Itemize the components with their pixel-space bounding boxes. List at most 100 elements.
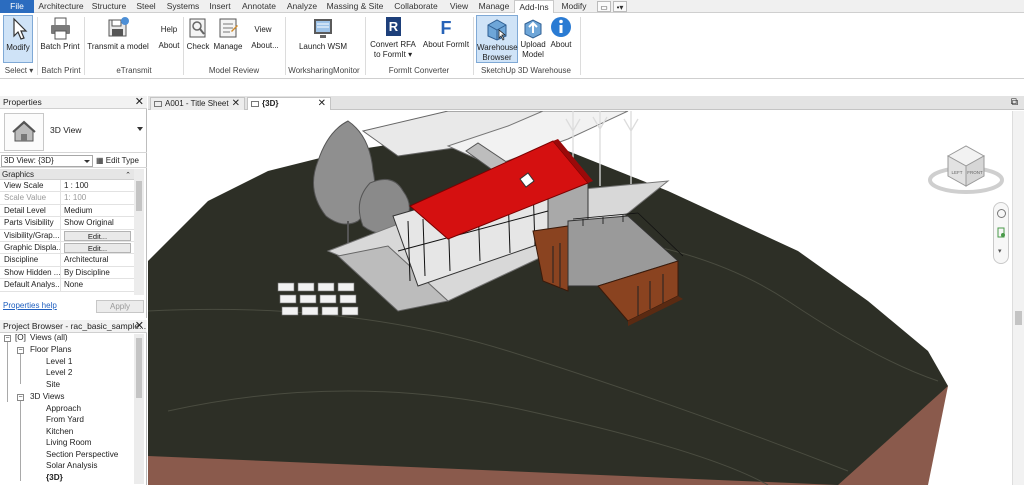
view-button[interactable]: View [248,25,278,41]
close-icon[interactable]: ✕ [232,98,240,109]
3d-view-house-icon [4,113,44,151]
browser-scrollbar[interactable] [134,334,144,484]
tab-steel[interactable]: Steel [130,0,162,13]
warehouse-label-1: Warehouse [477,43,518,52]
type-name: 3D View [50,125,82,135]
tree-item-level-2[interactable]: Level 2 [46,368,72,378]
tab-insert[interactable]: Insert [204,0,236,13]
property-row[interactable]: Parts Visibility Show Original [0,217,134,230]
close-icon[interactable]: ✕ [135,96,144,108]
graphic-display-edit-button[interactable]: Edit... [64,242,131,253]
type-selector[interactable]: 3D View [0,109,147,153]
revit-r-icon: R [382,15,404,39]
transmit-model-button[interactable]: Transmit a model [86,15,150,63]
instance-selector[interactable]: 3D View: {3D} [1,155,93,167]
tree-item-site[interactable]: Site [46,380,60,390]
edit-type-button[interactable]: ▦ Edit Type [96,155,139,167]
formit-panel-label: FormIt Converter [388,66,450,75]
tab-modify[interactable]: Modify [554,0,594,13]
chevron-down-icon[interactable]: ▾ [998,247,1002,255]
tree-line [7,342,8,402]
tree-item-solar-analysis[interactable]: Solar Analysis [46,461,97,471]
property-row[interactable]: View Scale 1 : 100 [0,180,134,193]
tree-floor-plans[interactable]: Floor Plans [30,345,71,355]
tree-item-living-room[interactable]: Living Room [46,438,92,448]
tree-item-kitchen[interactable]: Kitchen [46,427,73,437]
manage-label: Manage [213,42,243,51]
restore-view-icon[interactable]: ⧉ [1011,97,1018,108]
batch-print-button[interactable]: Batch Print [38,15,82,63]
3d-view-canvas[interactable] [148,111,1012,485]
manage-button[interactable]: Manage [212,15,244,63]
scrollbar-thumb[interactable] [1015,311,1022,325]
launch-wsm-button[interactable]: Launch WSM [298,15,348,63]
property-row[interactable]: Show Hidden ... By Discipline [0,266,134,280]
tab-file[interactable]: File [0,0,34,13]
view-tab-3d[interactable]: {3D} ✕ [247,97,331,110]
view-vertical-scrollbar[interactable] [1012,111,1024,485]
property-value[interactable]: 1 : 100 [61,180,134,191]
property-row[interactable]: Detail Level Medium [0,204,134,218]
tab-massing-site[interactable]: Massing & Site [322,0,388,13]
tree-item-3d-current[interactable]: {3D} [46,473,63,483]
cube-front-label: FRONT [967,170,983,175]
upload-model-button[interactable]: Upload Model [519,15,547,63]
about-button[interactable]: About [155,41,183,57]
properties-help-link[interactable]: Properties help [3,301,57,310]
tree-item-approach[interactable]: Approach [46,404,81,414]
select-panel-label[interactable]: Select ▾ [2,65,36,77]
about-review-button[interactable]: About... [248,41,282,57]
panel-toggle-icon[interactable]: ▭ [597,1,611,12]
apply-button[interactable]: Apply [96,300,144,313]
tab-add-ins[interactable]: Add-Ins [514,0,554,14]
project-browser-title: Project Browser - rac_basic_sample... [3,321,147,331]
property-value[interactable]: Show Original [61,217,134,228]
property-value[interactable]: Architectural [61,254,134,265]
about-sketchup-button[interactable]: About [547,15,575,63]
scrollbar-thumb[interactable] [136,181,142,211]
property-value[interactable]: By Discipline [61,267,134,278]
zoom-icon[interactable] [997,227,1006,239]
tree-item-section-perspective[interactable]: Section Perspective [46,450,118,460]
tree-item-level-1[interactable]: Level 1 [46,357,72,367]
property-row[interactable]: Default Analys... None [0,279,134,292]
tab-systems[interactable]: Systems [162,0,204,13]
steering-wheel-icon[interactable] [997,209,1006,218]
warehouse-browser-button[interactable]: Warehouse Browser [476,15,518,63]
property-value[interactable]: None [61,279,134,290]
tab-manage[interactable]: Manage [474,0,514,13]
view-cube[interactable]: LEFT FRONT [928,138,1004,196]
view-tab-title-sheet[interactable]: A001 - Title Sheet ✕ [150,97,245,110]
tab-architecture[interactable]: Architecture [34,0,88,13]
properties-grid: Graphics ⌃ View Scale 1 : 100 Scale Value… [0,169,134,292]
check-label: Check [186,42,210,51]
close-icon[interactable]: ✕ [135,320,144,332]
collapse-toggle-icon[interactable]: − [4,335,11,342]
property-row[interactable]: Discipline Architectural [0,254,134,267]
property-value[interactable]: Medium [61,205,134,216]
graphics-group-header[interactable]: Graphics ⌃ [0,169,134,180]
convert-rfa-label-2: to FormIt [373,50,406,59]
tab-structure[interactable]: Structure [88,0,130,13]
scrollbar-thumb[interactable] [136,338,142,398]
modify-button[interactable]: Modify [3,15,33,63]
tab-view[interactable]: View [444,0,474,13]
close-icon[interactable]: ✕ [318,98,326,109]
tab-analyze[interactable]: Analyze [282,0,322,13]
convert-rfa-button[interactable]: R Convert RFA to FormIt ▾ [368,15,418,65]
tree-views-all[interactable]: Views (all) [30,333,68,343]
collapse-toggle-icon[interactable]: − [17,394,24,401]
tree-3d-views[interactable]: 3D Views [30,392,64,402]
tab-annotate[interactable]: Annotate [236,0,282,13]
collapse-toggle-icon[interactable]: − [17,347,24,354]
tree-item-from-yard[interactable]: From Yard [46,415,84,425]
ribbon-options-dropdown-icon[interactable]: •▾ [613,1,627,12]
tab-collaborate[interactable]: Collaborate [388,0,444,13]
tree-line [20,401,21,481]
help-button[interactable]: Help [155,25,183,41]
property-key: Detail Level [0,204,61,217]
properties-scrollbar[interactable] [134,169,144,295]
visibility-edit-button[interactable]: Edit... [64,230,131,241]
check-button[interactable]: Check [185,15,211,63]
about-formit-button[interactable]: F About FormIt [420,15,472,63]
